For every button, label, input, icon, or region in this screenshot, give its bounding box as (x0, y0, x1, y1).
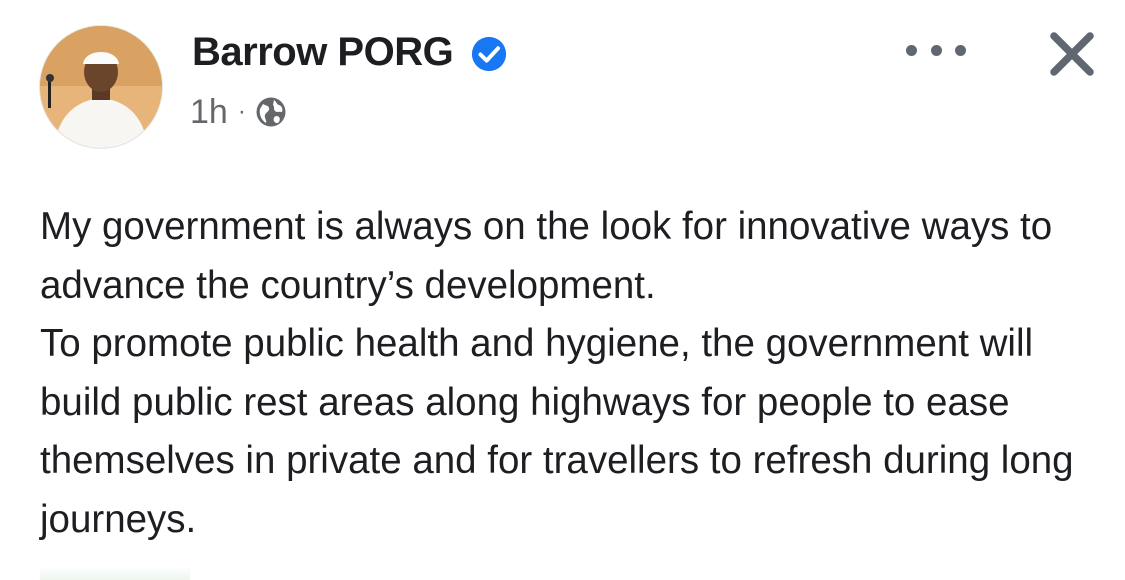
post-meta: 1h · (190, 92, 288, 132)
post-body: My government is always on the look for … (40, 198, 1100, 549)
facebook-post: Barrow PORG 1h · My government is always… (0, 0, 1125, 580)
globe-icon[interactable] (254, 95, 288, 129)
more-dot (955, 44, 966, 56)
author-name[interactable]: Barrow PORG (192, 30, 454, 75)
author-avatar[interactable] (40, 26, 162, 148)
post-paragraph-1: My government is always on the look for … (40, 205, 1053, 307)
more-dot (930, 44, 942, 56)
avatar-image (40, 26, 162, 148)
more-options-icon[interactable] (906, 38, 966, 62)
more-dot (906, 44, 917, 56)
footer-divider (40, 566, 190, 580)
post-timestamp[interactable]: 1h (190, 93, 228, 132)
post-paragraph-2: To promote public health and hygiene, th… (40, 322, 1074, 541)
meta-separator: · (237, 98, 246, 125)
verified-badge-icon (471, 36, 507, 72)
close-icon[interactable] (1044, 26, 1100, 82)
